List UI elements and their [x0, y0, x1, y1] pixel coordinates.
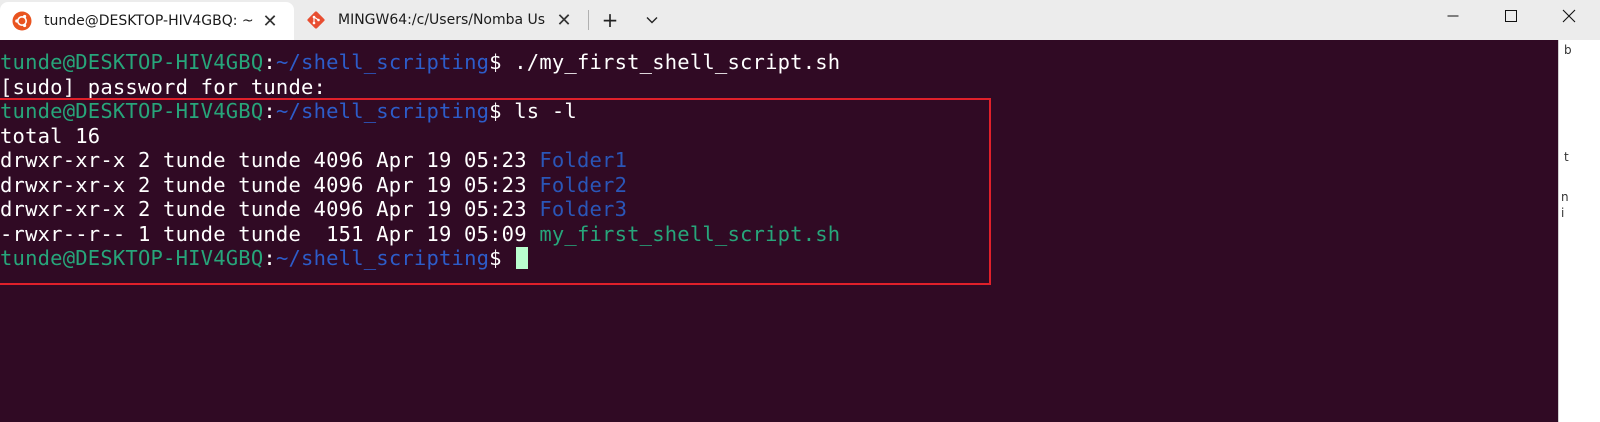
prompt-user-host: tunde@DESKTOP-HIV4GBQ [0, 50, 264, 74]
terminal-line: tunde@DESKTOP-HIV4GBQ:~/shell_scripting$… [0, 50, 840, 74]
adjacent-window-edge: b t n i [1558, 40, 1600, 422]
prompt-colon: : [263, 99, 276, 123]
clipped-text: i [1561, 206, 1565, 220]
ls-entry-meta: drwxr-xr-x 2 tunde tunde 4096 Apr 19 05:… [0, 148, 540, 172]
ls-entry: drwxr-xr-x 2 tunde tunde 4096 Apr 19 05:… [0, 173, 627, 197]
clipped-text: b [1564, 43, 1572, 57]
prompt-dollar: $ [489, 99, 502, 123]
chevron-down-icon [646, 17, 658, 24]
minimize-button[interactable] [1424, 0, 1482, 32]
prompt-path: ~/shell_scripting [275, 246, 490, 270]
ubuntu-icon [12, 11, 32, 31]
ls-entry-meta: drwxr-xr-x 2 tunde tunde 4096 Apr 19 05:… [0, 197, 540, 221]
tab-title: MINGW64:/c/Users/Nomba Us [338, 12, 546, 28]
close-tab-icon[interactable]: ✕ [550, 6, 578, 34]
close-tab-icon[interactable]: ✕ [256, 7, 284, 35]
prompt-dollar: $ [489, 50, 502, 74]
new-tab-button[interactable]: + [589, 0, 631, 40]
ls-entry-meta: drwxr-xr-x 2 tunde tunde 4096 Apr 19 05:… [0, 173, 540, 197]
ls-entry-name: Folder2 [539, 173, 628, 197]
clipped-text: t [1564, 150, 1569, 164]
maximize-button[interactable] [1482, 0, 1540, 32]
ls-entry: drwxr-xr-x 2 tunde tunde 4096 Apr 19 05:… [0, 148, 627, 172]
prompt-path: ~/shell_scripting [275, 99, 490, 123]
terminal-line: tunde@DESKTOP-HIV4GBQ:~/shell_scripting$ [0, 246, 529, 270]
terminal-line: total 16 [0, 124, 101, 148]
ls-entry: drwxr-xr-x 2 tunde tunde 4096 Apr 19 05:… [0, 197, 627, 221]
close-icon [1562, 9, 1576, 23]
prompt-path: ~/shell_scripting [275, 50, 490, 74]
prompt-dollar: $ [489, 246, 502, 270]
ls-entry-name: my_first_shell_script.sh [539, 222, 841, 246]
prompt-colon: : [263, 246, 276, 270]
prompt-colon: : [263, 50, 276, 74]
terminal-line: [sudo] password for tunde: [0, 75, 327, 99]
prompt-user-host: tunde@DESKTOP-HIV4GBQ [0, 246, 264, 270]
tab-mingw64[interactable]: MINGW64:/c/Users/Nomba Us ✕ [294, 0, 588, 40]
command-text: ls -l [501, 99, 577, 123]
ls-entry: -rwxr--r-- 1 tunde tunde 151 Apr 19 05:0… [0, 222, 840, 246]
title-bar: tunde@DESKTOP-HIV4GBQ: ~ ✕ MINGW64:/c/Us… [0, 0, 1600, 40]
tab-dropdown-button[interactable] [631, 0, 673, 40]
git-icon [307, 11, 325, 29]
command-text: ./my_first_shell_script.sh [501, 50, 841, 74]
ls-entry-name: Folder3 [539, 197, 628, 221]
minimize-icon [1447, 15, 1459, 17]
text-cursor [516, 247, 529, 269]
clipped-text: n [1561, 190, 1569, 204]
ls-entry-meta: -rwxr--r-- 1 tunde tunde 151 Apr 19 05:0… [0, 222, 540, 246]
close-window-button[interactable] [1540, 0, 1598, 32]
tab-ubuntu[interactable]: tunde@DESKTOP-HIV4GBQ: ~ ✕ [0, 2, 294, 40]
terminal-line: tunde@DESKTOP-HIV4GBQ:~/shell_scripting$… [0, 99, 577, 123]
ls-entry-name: Folder1 [539, 148, 628, 172]
tab-title: tunde@DESKTOP-HIV4GBQ: ~ [44, 13, 254, 29]
prompt-user-host: tunde@DESKTOP-HIV4GBQ [0, 99, 264, 123]
terminal-window[interactable]: tunde@DESKTOP-HIV4GBQ:~/shell_scripting$… [0, 40, 1558, 422]
maximize-icon [1505, 10, 1517, 22]
